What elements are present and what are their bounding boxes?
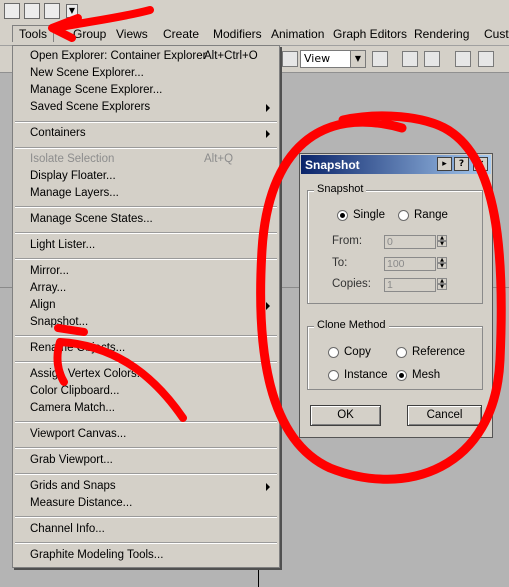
menu-item-measure-distance[interactable]: Measure Distance...: [30, 497, 132, 513]
angle-snap-icon[interactable]: [478, 51, 494, 67]
menu-item-manage-layers[interactable]: Manage Layers...: [30, 187, 119, 203]
copy-radio[interactable]: [328, 347, 339, 358]
snap-toggle-icon[interactable]: [455, 51, 471, 67]
chevron-down-icon: ▼: [350, 51, 365, 67]
menu-item-open-explorer[interactable]: Open Explorer: Container Explorer: [30, 50, 206, 66]
menu-separator: [15, 361, 277, 363]
close-icon[interactable]: ×: [473, 157, 488, 171]
menu-item-display-floater[interactable]: Display Floater...: [30, 170, 116, 186]
menu-item-mirror[interactable]: Mirror...: [30, 265, 69, 281]
single-radio[interactable]: [337, 210, 348, 221]
dialog-title-bar[interactable]: Snapshot ▸ ? ×: [301, 155, 491, 174]
open-icon[interactable]: [4, 3, 20, 19]
menu-item-manage-scene-explorer[interactable]: Manage Scene Explorer...: [30, 84, 162, 100]
menu-item-manage-scene-states[interactable]: Manage Scene States...: [30, 213, 153, 229]
menu-bar: Tools Group Views Create Modifiers Anima…: [0, 24, 509, 46]
range-label: Range: [414, 209, 448, 221]
spinner-arrows-icon[interactable]: ▲ ▼: [437, 278, 447, 292]
quick-access-toolbar: ▼: [0, 0, 509, 24]
snapshot-dialog: Snapshot ▸ ? × Snapshot Single Range Fro…: [299, 153, 493, 438]
menu-item-grids-and-snaps[interactable]: Grids and Snaps: [30, 480, 116, 496]
menu-item-containers[interactable]: Containers: [30, 127, 86, 143]
menu-create[interactable]: Create: [163, 27, 199, 41]
manipulate-icon[interactable]: [402, 51, 418, 67]
menu-animation[interactable]: Animation: [271, 27, 324, 41]
menu-item-graphite-modeling-tools[interactable]: Graphite Modeling Tools...: [30, 549, 163, 565]
submenu-arrow-icon: [266, 483, 270, 491]
reference-radio[interactable]: [396, 347, 407, 358]
menu-graph-editors[interactable]: Graph Editors: [333, 27, 407, 41]
menu-separator: [15, 335, 277, 337]
menu-tools[interactable]: Tools: [12, 25, 55, 42]
menu-customize[interactable]: Custo: [484, 27, 509, 41]
to-spinner[interactable]: 100: [384, 257, 436, 271]
hold-icon[interactable]: [44, 3, 60, 19]
menu-item-light-lister[interactable]: Light Lister...: [30, 239, 95, 255]
menu-item-grab-viewport[interactable]: Grab Viewport...: [30, 454, 113, 470]
reference-coordinate-select[interactable]: View ▼: [300, 50, 366, 68]
menu-item-channel-info[interactable]: Channel Info...: [30, 523, 105, 539]
menu-separator: [15, 421, 277, 423]
group-label: Clone Method: [314, 319, 389, 331]
menu-separator: [15, 121, 277, 123]
from-spinner[interactable]: 0: [384, 235, 436, 249]
menu-views[interactable]: Views: [116, 27, 148, 41]
menu-separator: [15, 447, 277, 449]
menu-item-isolate-selection[interactable]: Isolate Selection: [30, 153, 114, 169]
menu-item-new-scene-explorer[interactable]: New Scene Explorer...: [30, 67, 144, 83]
ok-button[interactable]: OK: [310, 405, 381, 426]
dialog-title: Snapshot: [305, 158, 360, 172]
shortcut-label: Alt+Q: [204, 153, 234, 165]
reference-label: Reference: [412, 346, 466, 358]
snapshot-group: Snapshot Single Range From: 0 ▲ ▼ To: 100…: [307, 183, 483, 304]
menu-separator: [15, 232, 277, 234]
submenu-arrow-icon: [266, 104, 270, 112]
from-label: From:: [332, 235, 363, 247]
menu-separator: [15, 516, 277, 518]
copies-spinner[interactable]: 1: [384, 278, 436, 292]
copies-label: Copies:: [332, 278, 371, 290]
menu-item-array[interactable]: Array...: [30, 282, 66, 298]
mesh-label: Mesh: [412, 369, 441, 381]
single-label: Single: [353, 209, 385, 221]
save-icon[interactable]: [24, 3, 40, 19]
submenu-arrow-icon: [266, 130, 270, 138]
pivot-icon[interactable]: [372, 51, 388, 67]
pin-icon[interactable]: ▸: [437, 157, 452, 171]
submenu-arrow-icon: [266, 302, 270, 310]
shortcut-label: Alt+Ctrl+O: [204, 50, 258, 62]
menu-item-camera-match[interactable]: Camera Match...: [30, 402, 115, 418]
clone-method-group: Clone Method Copy Reference Instance Mes…: [307, 319, 483, 390]
menu-modifiers[interactable]: Modifiers: [213, 27, 262, 41]
menu-item-viewport-canvas[interactable]: Viewport Canvas...: [30, 428, 126, 444]
menu-separator: [15, 206, 277, 208]
help-icon[interactable]: ?: [454, 157, 469, 171]
spinner-arrows-icon[interactable]: ▲ ▼: [437, 235, 447, 249]
range-radio[interactable]: [398, 210, 409, 221]
menu-separator: [15, 542, 277, 544]
menu-item-align[interactable]: Align: [30, 299, 56, 315]
spinner-arrows-icon[interactable]: ▲ ▼: [437, 257, 447, 271]
mesh-radio[interactable]: [396, 370, 407, 381]
chevron-down-icon[interactable]: ▼: [66, 4, 78, 18]
menu-item-color-clipboard[interactable]: Color Clipboard...: [30, 385, 119, 401]
menu-group[interactable]: Group: [73, 27, 106, 41]
instance-radio[interactable]: [328, 370, 339, 381]
menu-item-assign-vertex-colors[interactable]: Assign Vertex Colors...: [30, 368, 146, 384]
select-region-icon[interactable]: [282, 51, 298, 67]
menu-separator: [15, 473, 277, 475]
menu-item-rename-objects[interactable]: Rename Objects...: [30, 342, 125, 358]
cancel-button[interactable]: Cancel: [407, 405, 482, 426]
tools-menu-dropdown: Open Explorer: Container Explorer Alt+Ct…: [12, 45, 280, 568]
to-label: To:: [332, 257, 348, 269]
menu-rendering[interactable]: Rendering: [414, 27, 469, 41]
menu-separator: [15, 147, 277, 149]
menu-item-saved-scene-explorers[interactable]: Saved Scene Explorers: [30, 101, 150, 117]
group-label: Snapshot: [314, 183, 367, 195]
keyboard-shortcut-icon[interactable]: [424, 51, 440, 67]
menu-separator: [15, 258, 277, 260]
menu-item-snapshot[interactable]: Snapshot...: [30, 316, 88, 332]
copy-label: Copy: [344, 346, 371, 358]
instance-label: Instance: [344, 369, 388, 381]
